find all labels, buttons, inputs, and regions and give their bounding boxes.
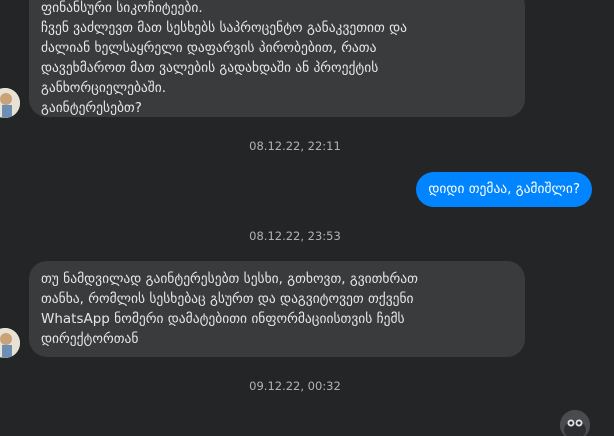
chat-thread: ფინანსური სიკოჩიტეები. ჩვენ ვაძლევთ მათ …: [0, 0, 614, 436]
sender-avatar[interactable]: [0, 328, 20, 358]
person-photo-avatar-icon: [0, 328, 20, 358]
sender-avatar[interactable]: [0, 88, 20, 118]
seen-avatar-graphic: [560, 410, 590, 436]
seen-avatar-icon: [560, 410, 590, 436]
message-timestamp: 08.12.22, 22:11: [249, 139, 341, 153]
person-photo-avatar-icon: [0, 88, 20, 118]
message-timestamp: 09.12.22, 00:32: [249, 379, 341, 393]
message-bubble-outgoing[interactable]: დიდი თემაა, გამიშლი?: [416, 172, 592, 207]
message-bubble-incoming[interactable]: ფინანსური სიკოჩიტეები. ჩვენ ვაძლევთ მათ …: [29, 0, 525, 117]
message-bubble-incoming[interactable]: თუ ნამდვილად გაინტერესებთ სესხი, გთხოვთ,…: [29, 261, 525, 357]
message-timestamp: 08.12.22, 23:53: [249, 229, 341, 243]
